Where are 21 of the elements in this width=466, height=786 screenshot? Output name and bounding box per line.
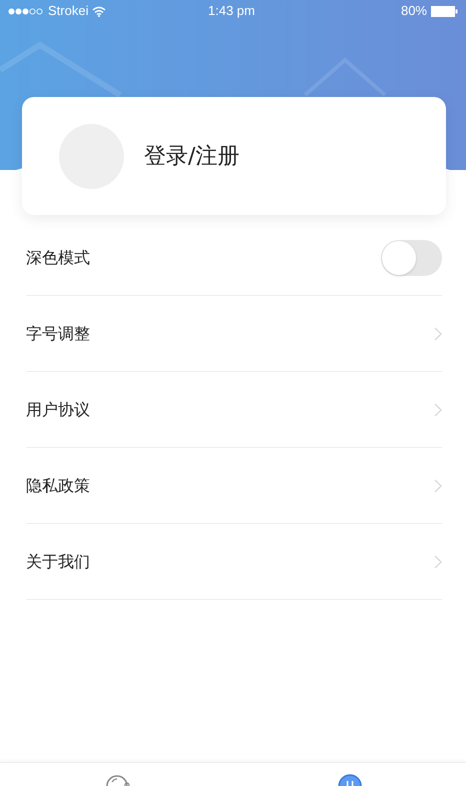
settings-label: 深色模式 — [26, 246, 90, 268]
clock-time: 1:43 pm — [208, 2, 255, 20]
login-register-link[interactable]: 登录/注册 — [144, 140, 240, 172]
settings-label: 关于我们 — [26, 550, 90, 572]
battery-icon — [431, 6, 458, 16]
chevron-right-icon — [434, 554, 442, 568]
settings-row[interactable]: 深色模式 — [26, 220, 442, 296]
chevron-right-icon — [434, 326, 442, 340]
chevron-right-icon — [434, 478, 442, 492]
settings-row[interactable]: 用户协议 — [26, 372, 442, 448]
settings-row[interactable]: 字号调整 — [26, 296, 442, 372]
chevron-right-icon — [434, 402, 442, 416]
settings-label: 用户协议 — [26, 398, 90, 420]
battery-percentage: 80% — [400, 2, 427, 20]
wifi-icon — [92, 6, 106, 16]
settings-row[interactable]: 关于我们 — [26, 524, 442, 600]
signal-icon — [8, 8, 44, 14]
settings-label: 字号调整 — [26, 322, 90, 344]
carrier-name: Strokei — [48, 2, 88, 20]
settings-label: 隐私政策 — [26, 474, 90, 496]
settings-row[interactable]: 隐私政策 — [26, 448, 442, 524]
